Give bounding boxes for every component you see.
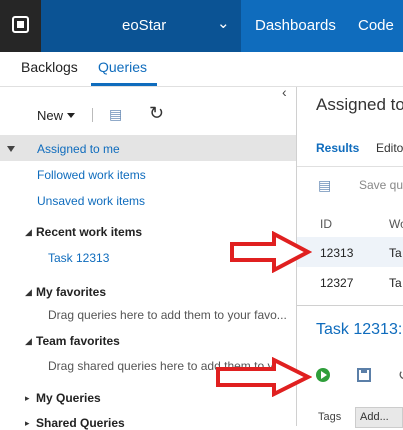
section-my-queries[interactable]: My Queries [36, 391, 101, 405]
query-title: Assigned to [316, 95, 403, 114]
move-to-folder-icon[interactable]: ▤ [318, 177, 331, 194]
divider [297, 166, 403, 167]
undo-icon[interactable]: ↺ [398, 366, 403, 384]
toolbar-divider [92, 108, 93, 122]
save-icon[interactable] [357, 368, 371, 382]
tab-editor[interactable]: Edito [376, 141, 403, 155]
add-tag-label: Add... [360, 411, 389, 423]
nav-code[interactable]: Code [358, 17, 394, 34]
section-shared-queries[interactable]: Shared Queries [36, 416, 125, 430]
tab-results[interactable]: Results [316, 141, 359, 155]
save-query-button[interactable]: Save que [359, 178, 403, 192]
add-tag-button[interactable]: Add... [355, 407, 403, 428]
tab-queries[interactable]: Queries [98, 59, 147, 75]
work-item-title: Task 12313:e [316, 321, 403, 338]
tags-label: Tags [318, 411, 342, 423]
splitter[interactable] [297, 305, 403, 306]
query-assigned-to-me[interactable]: Assigned to me [37, 142, 120, 156]
chevron-down-icon: ⌄ [217, 15, 230, 32]
query-followed-work-items[interactable]: Followed work items [37, 168, 146, 182]
expand-arrow-icon[interactable] [7, 146, 15, 152]
expand-arrow-icon[interactable]: ◢ [25, 227, 32, 238]
hub-nav: Backlogs Queries [0, 52, 403, 87]
collapsed-arrow-icon[interactable]: ▸ [25, 393, 30, 404]
project-selector[interactable]: eoStar ⌄ [41, 0, 241, 52]
favorites-hint: Drag queries here to add them to your fa… [48, 308, 287, 322]
new-query-button[interactable]: New [37, 108, 75, 123]
collapsed-arrow-icon[interactable]: ▸ [25, 418, 30, 429]
row-type[interactable]: Ta [389, 276, 402, 290]
vsts-logo-icon[interactable] [0, 0, 41, 52]
query-unsaved-work-items[interactable]: Unsaved work items [37, 194, 145, 208]
tab-backlogs[interactable]: Backlogs [21, 59, 78, 75]
main-nav: Dashboards Code [241, 0, 403, 52]
annotation-arrow-icon [230, 231, 312, 273]
column-header-id[interactable]: ID [320, 217, 332, 231]
nav-dashboards[interactable]: Dashboards [255, 17, 336, 34]
recent-item-task[interactable]: Task 12313 [48, 251, 109, 265]
row-id: 12313 [320, 246, 354, 260]
section-team-favorites[interactable]: Team favorites [36, 334, 120, 348]
refresh-icon[interactable]: ↻ [149, 103, 164, 124]
expand-arrow-icon[interactable]: ◢ [25, 336, 32, 347]
annotation-arrow-icon [216, 357, 312, 397]
section-recent-work-items[interactable]: Recent work items [36, 225, 142, 239]
row-id[interactable]: 12327 [320, 276, 353, 290]
section-my-favorites[interactable]: My favorites [36, 285, 106, 299]
expand-arrow-icon[interactable]: ◢ [25, 287, 32, 298]
active-tab-indicator [91, 83, 157, 86]
project-name: eoStar [122, 17, 167, 34]
collapse-pane-icon[interactable]: ‹ [282, 84, 287, 100]
row-type: Ta [389, 246, 402, 260]
play-icon[interactable] [316, 368, 330, 382]
column-header-work-item-type[interactable]: Wo [389, 217, 403, 231]
move-to-folder-icon[interactable]: ▤ [109, 106, 122, 123]
